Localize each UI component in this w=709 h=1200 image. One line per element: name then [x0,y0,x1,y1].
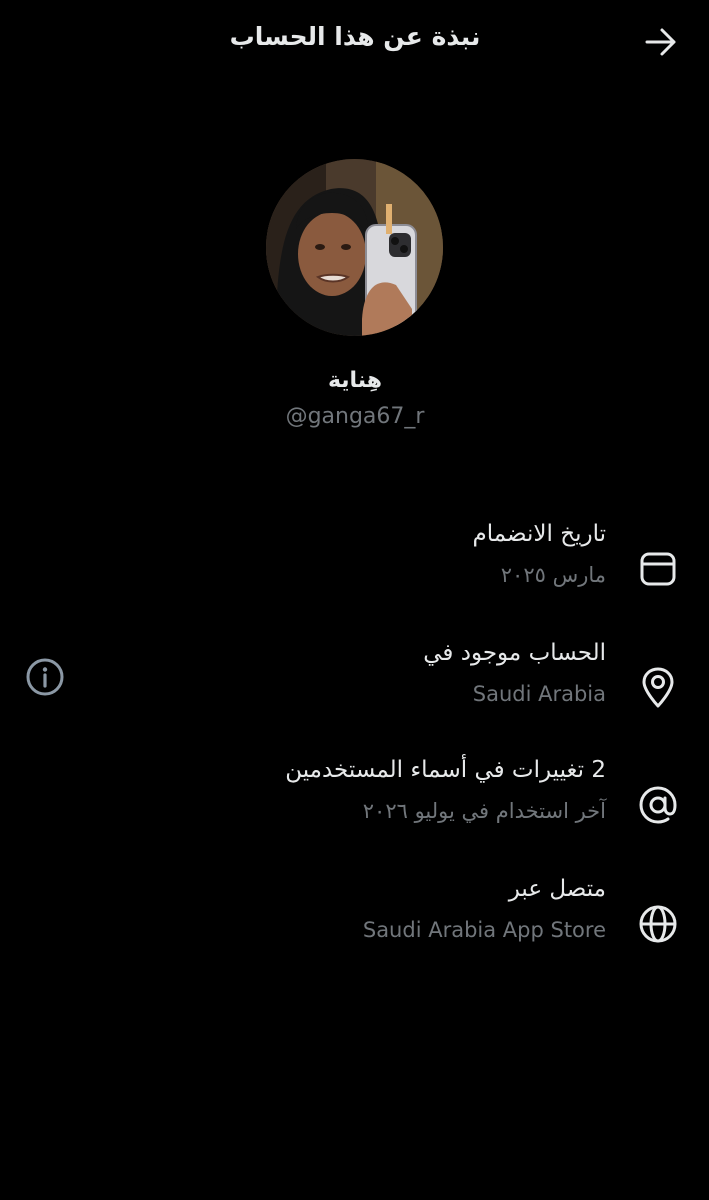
account-location-label: الحساب موجود في [423,640,606,666]
account-location-row: الحساب موجود في Saudi Arabia [0,640,709,736]
at-sign-icon [637,784,679,826]
info-icon [26,658,64,696]
connected-via-value: Saudi Arabia App Store [362,918,606,942]
profile-photo [266,159,443,336]
calendar-icon [637,548,679,590]
connected-via-row: متصل عبر Saudi Arabia App Store [0,876,709,972]
joined-date-row: تاريخ الانضمام مارس ٢٠٢٥ [0,521,709,617]
info-button[interactable] [24,656,66,698]
account-location-value: Saudi Arabia [472,682,606,706]
back-button[interactable] [641,22,681,62]
arrow-right-icon [645,28,676,56]
joined-date-label: تاريخ الانضمام [472,521,606,547]
username-changes-value: آخر استخدام في يوليو ٢٠٢٦ [362,799,606,823]
username-changes-label: 2 تغييرات في أسماء المستخدمين [285,757,606,783]
username-changes-row: 2 تغييرات في أسماء المستخدمين آخر استخدا… [0,757,709,853]
joined-date-value: مارس ٢٠٢٥ [500,563,606,587]
globe-icon [637,903,679,945]
location-pin-icon [637,667,679,709]
username-handle: @ganga67_r [285,404,425,429]
header-bar: نبذة عن هذا الحساب [0,0,709,84]
page-title: نبذة عن هذا الحساب [229,22,481,51]
connected-via-label: متصل عبر [508,876,606,902]
avatar[interactable] [266,159,443,336]
display-name: هِناية [327,368,383,393]
